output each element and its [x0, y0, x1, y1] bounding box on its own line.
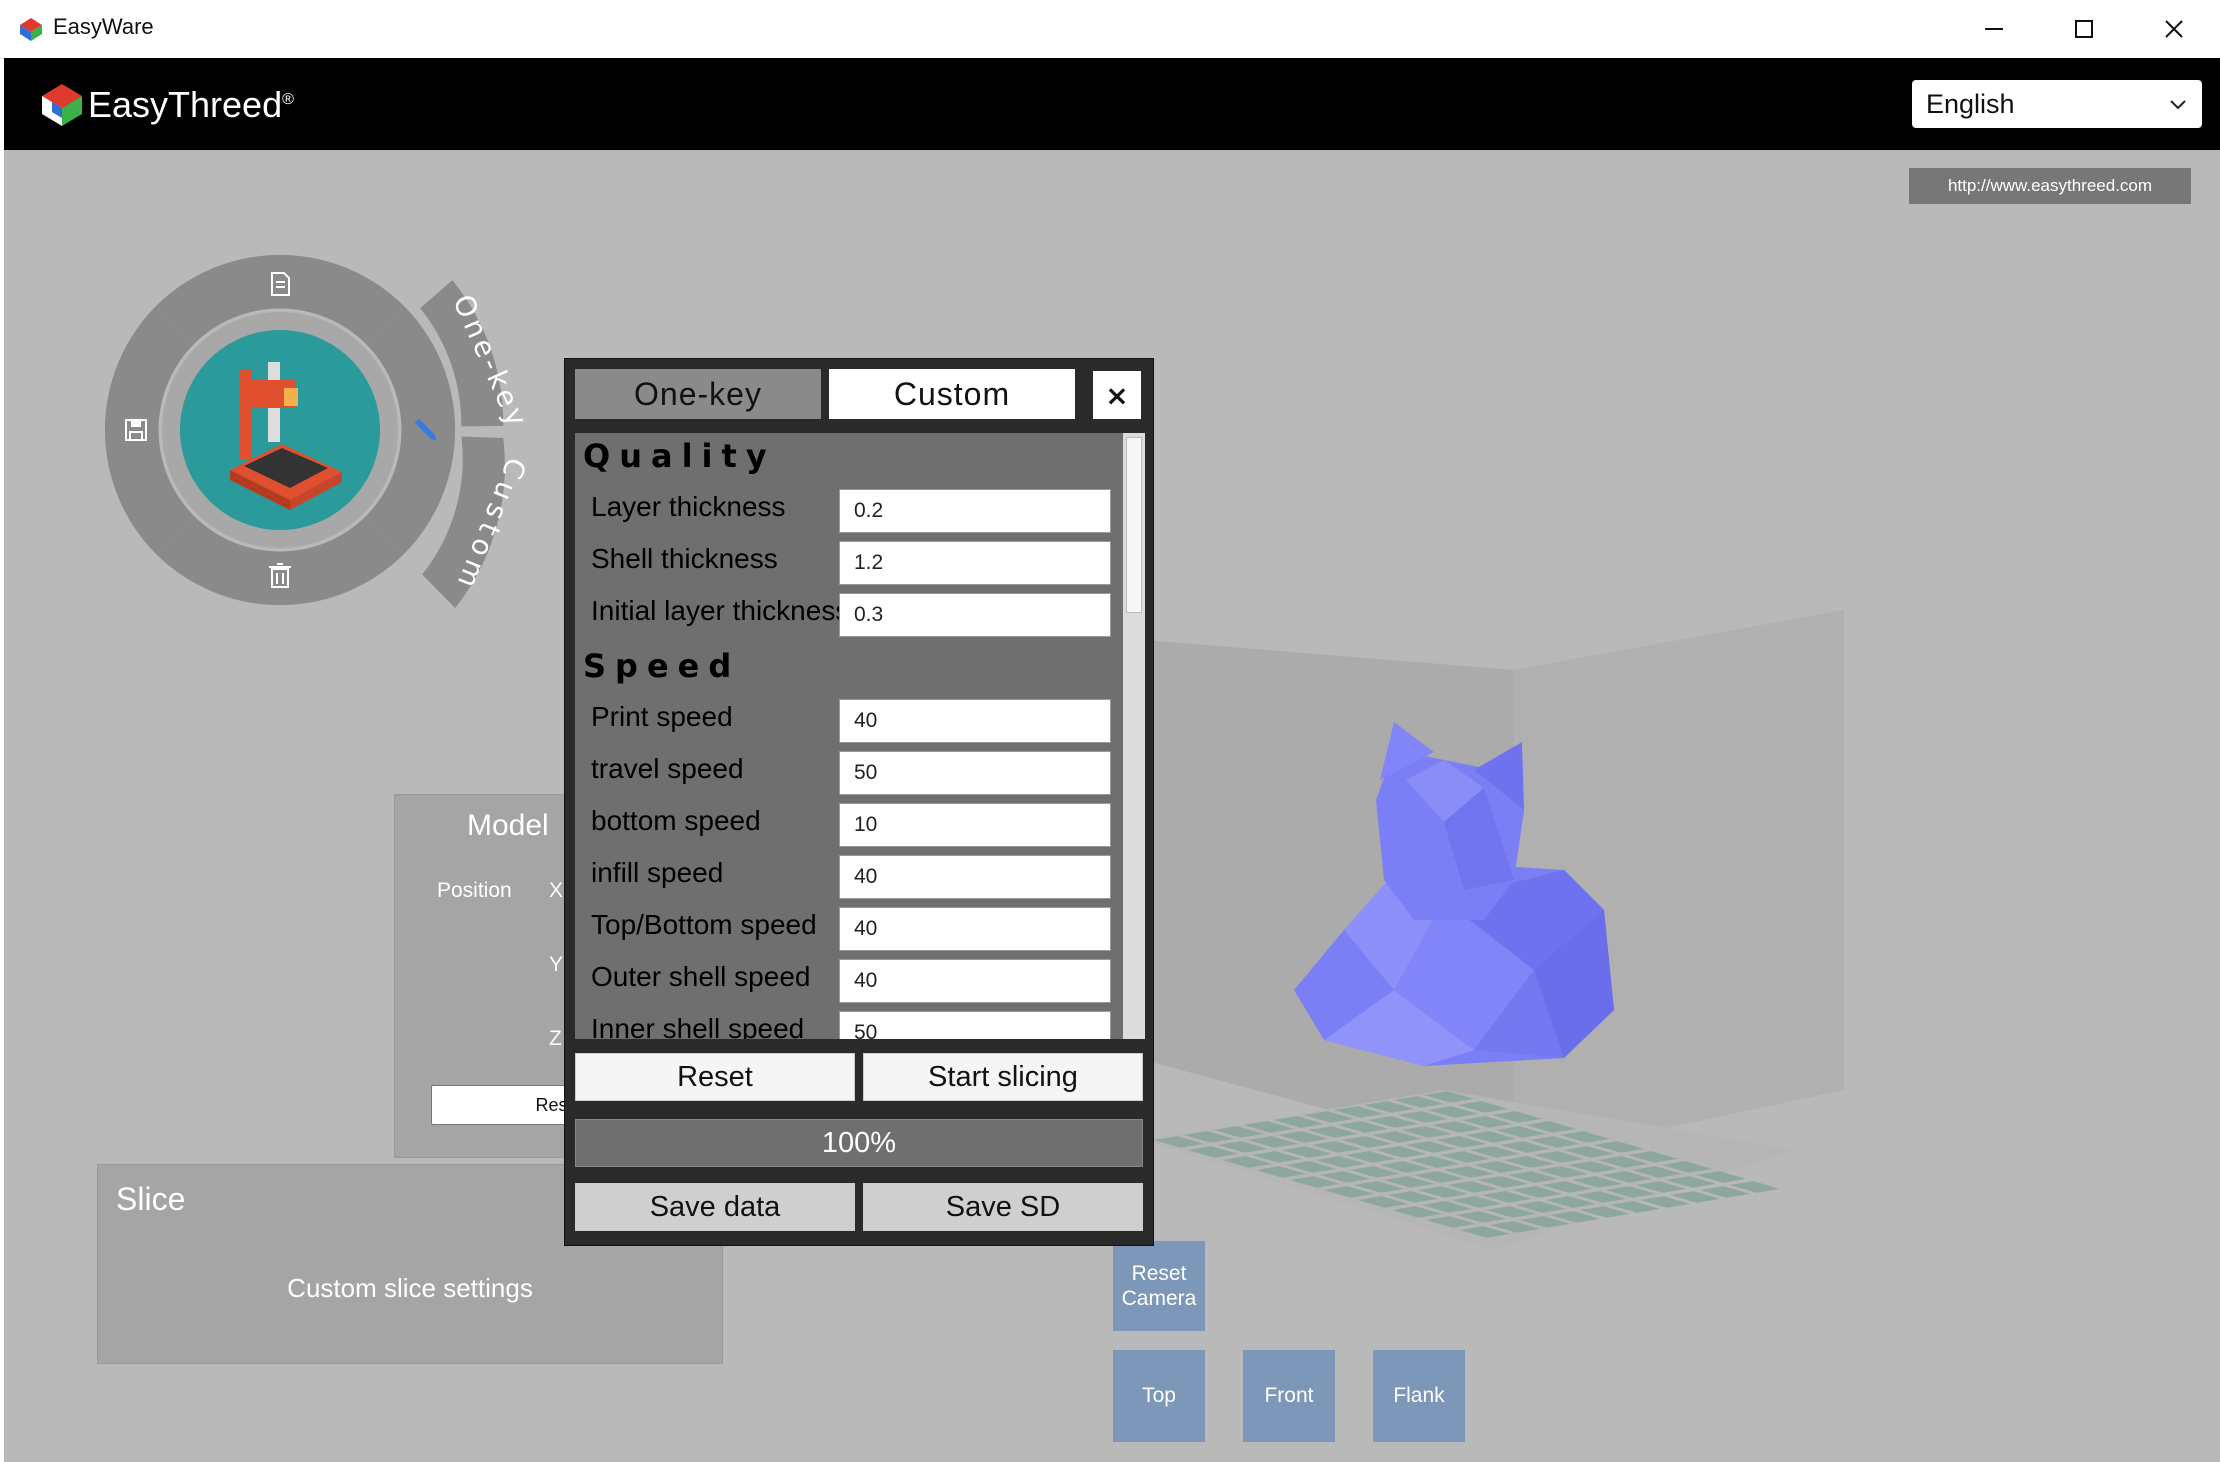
setting-label: Print speed	[591, 701, 733, 732]
axis-x-label: X	[549, 879, 564, 902]
app-icon	[20, 18, 42, 41]
print-speed-input[interactable]: 40	[839, 699, 1111, 743]
window-title: EasyWare	[53, 14, 154, 39]
quality-heading: Quality	[583, 437, 776, 475]
close-window-button[interactable]	[2128, 0, 2220, 58]
outer-shell-speed-input[interactable]: 40	[839, 959, 1111, 1003]
chevron-down-icon	[2170, 100, 2186, 110]
initial-layer-thickness-input[interactable]: 0.3	[839, 593, 1111, 637]
reset-camera-button[interactable]: Reset Camera	[1113, 1241, 1205, 1331]
dialog-close-button[interactable]: ×	[1093, 371, 1141, 419]
tab-custom[interactable]: Custom	[829, 369, 1075, 419]
control-wheel: One-key Custom	[104, 254, 535, 608]
setting-label: Shell thickness	[591, 543, 778, 574]
save-data-button[interactable]: Save data	[575, 1183, 855, 1231]
settings-scrollbar[interactable]	[1123, 433, 1145, 1039]
maximize-button[interactable]	[2038, 0, 2130, 58]
3d-viewport[interactable]	[1144, 450, 1864, 1310]
slice-panel-subtitle: Custom slice settings	[287, 1273, 533, 1303]
setting-label: Inner shell speed	[591, 1013, 805, 1039]
speed-heading: Speed	[583, 647, 741, 685]
top-view-button[interactable]: Top	[1113, 1350, 1205, 1442]
tab-one-key[interactable]: One-key	[575, 369, 821, 419]
top-bottom-speed-input[interactable]: 40	[839, 907, 1111, 951]
language-value: English	[1926, 89, 2015, 119]
slicing-progress-bar: 100%	[575, 1119, 1143, 1167]
easythreed-logo-icon	[42, 84, 82, 126]
window-title-bar: EasyWare	[0, 0, 2220, 59]
slice-panel-title: Slice	[116, 1181, 186, 1217]
app-header: EasyThreed® English	[4, 58, 2220, 150]
layer-thickness-input[interactable]: 0.2	[839, 489, 1111, 533]
inner-shell-speed-input[interactable]: 50	[839, 1011, 1111, 1039]
close-icon	[2165, 20, 2183, 38]
start-slicing-button[interactable]: Start slicing	[863, 1053, 1143, 1101]
website-link[interactable]: http://www.easythreed.com	[1909, 168, 2191, 204]
brand-name: EasyThreed®	[88, 84, 294, 125]
minimize-button[interactable]	[1948, 0, 2040, 58]
maximize-icon	[2075, 20, 2093, 38]
setting-label: Initial layer thickness	[591, 595, 839, 626]
setting-label: Outer shell speed	[591, 961, 811, 992]
front-view-button[interactable]: Front	[1243, 1350, 1335, 1442]
shell-thickness-input[interactable]: 1.2	[839, 541, 1111, 585]
setting-label: Top/Bottom speed	[591, 909, 817, 940]
minimize-icon	[1985, 28, 2003, 30]
axis-z-label: Z	[549, 1027, 562, 1050]
setting-label: bottom speed	[591, 805, 761, 836]
position-label: Position	[437, 879, 512, 902]
model-panel-title: Model	[467, 809, 549, 842]
setting-label: infill speed	[591, 857, 724, 888]
scrollbar-thumb[interactable]	[1126, 437, 1142, 613]
flank-view-button[interactable]: Flank	[1373, 1350, 1465, 1442]
bottom-speed-input[interactable]: 10	[839, 803, 1111, 847]
reset-button[interactable]: Reset	[575, 1053, 855, 1101]
setting-label: Layer thickness	[591, 491, 786, 522]
custom-slice-dialog: One-key Custom × Quality Layer thickness…	[564, 358, 1154, 1246]
save-sd-button[interactable]: Save SD	[863, 1183, 1143, 1231]
settings-scroll-area[interactable]: Quality Layer thickness 0.2 Shell thickn…	[575, 433, 1123, 1039]
close-icon: ×	[1105, 378, 1129, 412]
progress-text: 100%	[821, 1126, 897, 1159]
axis-y-label: Y	[549, 953, 564, 976]
workspace[interactable]: http://www.easythreed.com One-key Custom…	[4, 150, 2220, 1462]
infill-speed-input[interactable]: 40	[839, 855, 1111, 899]
language-select[interactable]: English	[1912, 80, 2202, 128]
setting-label: travel speed	[591, 753, 744, 784]
travel-speed-input[interactable]: 50	[839, 751, 1111, 795]
